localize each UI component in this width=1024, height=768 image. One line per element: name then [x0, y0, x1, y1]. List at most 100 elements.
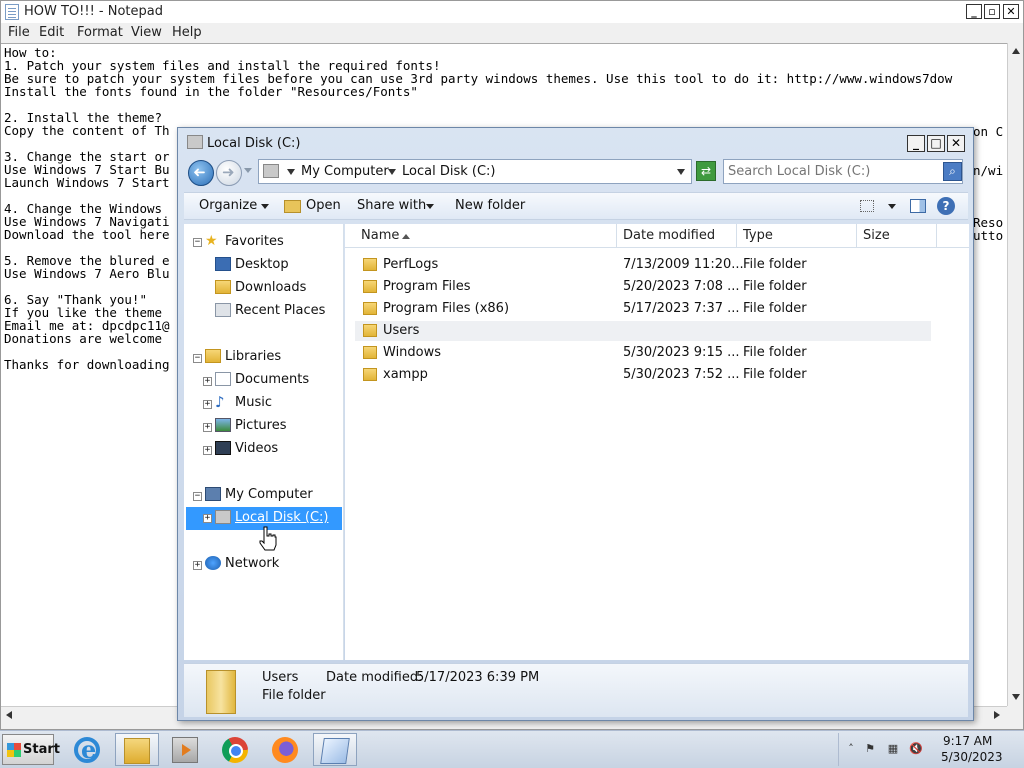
file-type: File folder — [743, 257, 807, 272]
column-label: Type — [743, 228, 773, 243]
clock-time[interactable]: 9:17 AM — [943, 734, 992, 748]
file-row[interactable]: xampp 5/30/2023 7:52 ... File folder — [355, 365, 931, 385]
taskbar-media-player[interactable] — [164, 733, 208, 766]
tree-item-videos[interactable]: Videos — [215, 439, 335, 459]
column-header-type[interactable]: Type — [737, 224, 857, 248]
scroll-up-icon[interactable] — [1012, 48, 1020, 54]
chevron-down-icon[interactable] — [426, 204, 434, 209]
organize-button[interactable]: Organize — [199, 198, 257, 213]
menu-format[interactable]: Format — [77, 25, 123, 40]
taskbar-internet-explorer[interactable] — [66, 733, 110, 766]
chevron-down-icon[interactable] — [888, 204, 896, 209]
tree-my-computer[interactable]: My Computer — [205, 485, 335, 505]
explorer-navigation-bar: My Computer Local Disk (C:) ⇄ ⌕ — [184, 158, 968, 188]
taskbar-firefox[interactable] — [264, 733, 308, 766]
column-header-size[interactable]: Size — [857, 224, 937, 248]
show-hidden-icons-icon[interactable]: ˄ — [844, 742, 858, 756]
notepad-restore-button[interactable]: ▫ — [984, 4, 1000, 19]
explorer-maximize-button[interactable]: □ — [927, 135, 945, 152]
tree-item-recent-places[interactable]: Recent Places — [215, 301, 340, 321]
share-with-button[interactable]: Share with — [357, 198, 426, 213]
notepad-vertical-scrollbar[interactable] — [1007, 43, 1023, 706]
clock-date[interactable]: 5/30/2023 — [941, 750, 1003, 764]
tree-item-documents[interactable]: Documents — [215, 370, 335, 390]
collapse-computer-icon[interactable]: − — [193, 492, 202, 501]
file-type: File folder — [743, 301, 807, 316]
chevron-down-icon[interactable] — [261, 204, 269, 209]
explorer-title: Local Disk (C:) — [207, 136, 301, 151]
start-button[interactable]: Start — [2, 734, 60, 765]
breadcrumb-local-disk[interactable]: Local Disk (C:) — [402, 164, 495, 179]
details-pane: Users Date modified: 5/17/2023 6:39 PM F… — [184, 663, 968, 717]
address-dropdown-icon[interactable] — [677, 169, 685, 175]
documents-icon — [215, 372, 231, 386]
back-button[interactable] — [188, 160, 214, 186]
preview-pane-icon[interactable] — [910, 199, 926, 213]
expand-local-disk-icon[interactable]: + — [203, 514, 212, 523]
file-row[interactable]: PerfLogs 7/13/2009 11:20... File folder — [355, 255, 931, 275]
menu-view[interactable]: View — [131, 25, 162, 40]
column-header-date[interactable]: Date modified — [617, 224, 737, 248]
expand-music-icon[interactable]: + — [203, 400, 212, 409]
menu-edit[interactable]: Edit — [39, 25, 64, 40]
expand-documents-icon[interactable]: + — [203, 377, 212, 386]
tree-item-desktop[interactable]: Desktop — [215, 255, 335, 275]
collapse-libraries-icon[interactable]: − — [193, 354, 202, 363]
file-row[interactable]: Program Files 5/20/2023 7:08 ... File fo… — [355, 277, 931, 297]
explorer-minimize-button[interactable]: _ — [907, 135, 925, 152]
tree-label: Local Disk (C:) — [235, 510, 329, 525]
address-bar[interactable]: My Computer Local Disk (C:) — [258, 159, 692, 184]
chevron-down-icon[interactable] — [287, 169, 295, 175]
tree-favorites[interactable]: ★ Favorites — [205, 232, 335, 252]
search-icon[interactable]: ⌕ — [943, 162, 962, 181]
tree-item-pictures[interactable]: Pictures — [215, 416, 335, 436]
help-icon[interactable]: ? — [937, 197, 955, 215]
taskbar-chrome[interactable] — [214, 733, 258, 766]
taskbar-notepad[interactable] — [313, 733, 357, 766]
network-status-icon[interactable]: ▦ — [886, 742, 900, 756]
search-box[interactable]: ⌕ — [723, 159, 963, 184]
collapse-favorites-icon[interactable]: − — [193, 238, 202, 247]
menu-help[interactable]: Help — [172, 25, 202, 40]
scroll-right-icon[interactable] — [994, 711, 1000, 719]
expand-network-icon[interactable]: + — [193, 561, 202, 570]
scroll-left-icon[interactable] — [6, 711, 12, 719]
tree-label: Pictures — [235, 418, 287, 433]
action-center-flag-icon[interactable]: ⚑ — [863, 742, 877, 756]
change-view-icon[interactable] — [860, 200, 874, 212]
tree-item-downloads[interactable]: Downloads — [215, 278, 335, 298]
search-input[interactable] — [728, 162, 938, 181]
explorer-titlebar[interactable]: Local Disk (C:) _ □ ✕ — [178, 128, 973, 158]
explorer-close-button[interactable]: ✕ — [947, 135, 965, 152]
notepad-titlebar[interactable]: HOW TO!!! - Notepad _ ▫ ✕ — [1, 1, 1023, 23]
expand-videos-icon[interactable]: + — [203, 446, 212, 455]
command-bar: Organize Open Share with New folder ? — [184, 192, 968, 220]
sort-ascending-icon — [402, 234, 410, 239]
file-row[interactable]: Windows 5/30/2023 9:15 ... File folder — [355, 343, 931, 363]
column-header-name[interactable]: Name — [345, 224, 617, 248]
recent-pages-dropdown-icon[interactable] — [244, 168, 252, 173]
expand-pictures-icon[interactable]: + — [203, 423, 212, 432]
file-row[interactable]: Users 5/17/2023 6:39 ... File folder — [355, 321, 931, 341]
firefox-icon — [272, 737, 298, 763]
new-folder-button[interactable]: New folder — [455, 198, 525, 213]
show-desktop-button[interactable] — [1008, 735, 1022, 765]
refresh-button[interactable]: ⇄ — [696, 161, 716, 181]
breadcrumb-my-computer[interactable]: My Computer — [301, 164, 389, 179]
open-button[interactable]: Open — [306, 198, 341, 213]
notepad-close-button[interactable]: ✕ — [1003, 4, 1019, 19]
column-label: Size — [863, 228, 890, 243]
volume-muted-icon[interactable]: 🔇 — [909, 742, 923, 756]
forward-button[interactable] — [216, 160, 242, 186]
tree-libraries[interactable]: Libraries — [205, 347, 335, 367]
menu-file[interactable]: File — [8, 25, 30, 40]
notepad-minimize-button[interactable]: _ — [966, 4, 982, 19]
tree-item-music[interactable]: ♪ Music — [215, 393, 335, 413]
file-row[interactable]: Program Files (x86) 5/17/2023 7:37 ... F… — [355, 299, 931, 319]
recent-places-icon — [215, 303, 231, 317]
taskbar-windows-explorer[interactable] — [115, 733, 159, 766]
details-date-label: Date modified: — [326, 670, 423, 685]
scroll-down-icon[interactable] — [1012, 694, 1020, 700]
tree-network[interactable]: Network — [205, 554, 335, 574]
chevron-down-icon[interactable] — [388, 169, 396, 175]
